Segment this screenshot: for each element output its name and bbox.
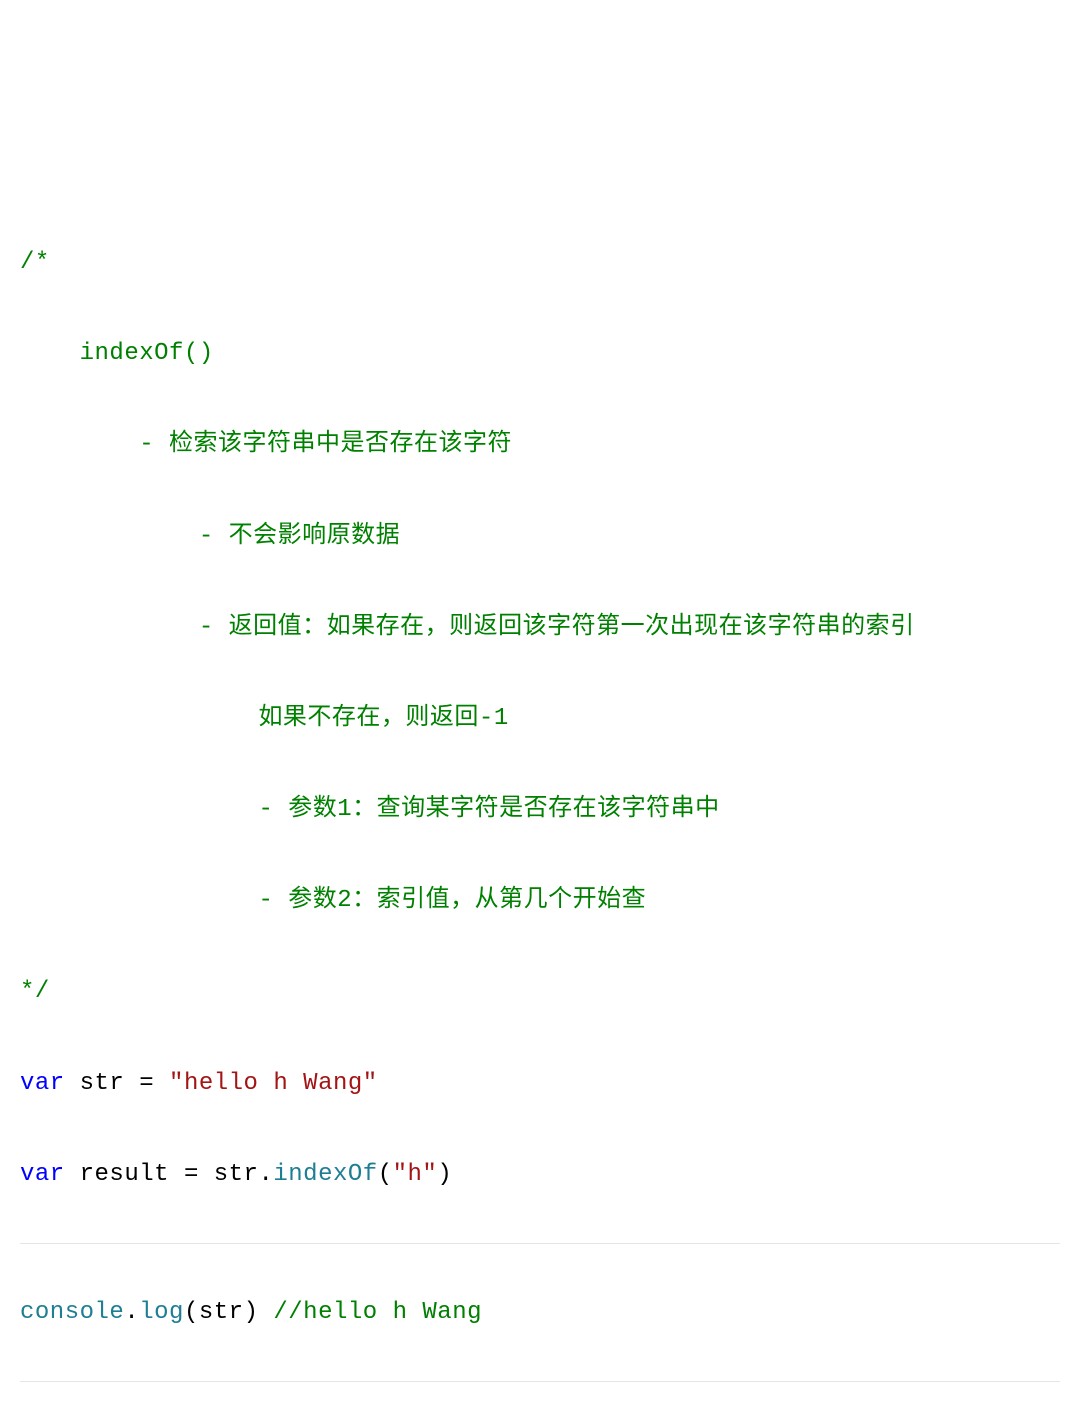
- code-line: 如果不存在，则返回-1: [20, 696, 1060, 742]
- string-literal: "h": [393, 1161, 438, 1188]
- identifier: str: [65, 1070, 140, 1097]
- comment-block-start: /*: [20, 249, 50, 276]
- divider: [20, 1243, 1060, 1244]
- code-line: */: [20, 969, 1060, 1015]
- dot: .: [124, 1299, 139, 1326]
- method-name: indexOf: [273, 1161, 377, 1188]
- code-line: - 返回值：如果存在，则返回该字符第一次出现在该字符串的索引: [20, 605, 1060, 651]
- object-name: console: [20, 1299, 124, 1326]
- code-editor[interactable]: /* indexOf() - 检索该字符串中是否存在该字符 - 不会影响原数据 …: [20, 194, 1060, 1408]
- comment-text: - 不会影响原数据: [109, 523, 400, 550]
- code-line: console.log(str) //hello h Wang: [20, 1290, 1060, 1336]
- code-line: var str = "hello h Wang": [20, 1061, 1060, 1107]
- comment-text: - 参数2：索引值，从第几个开始查: [139, 887, 646, 914]
- comment-text: indexOf(): [50, 340, 214, 367]
- comment-text: - 返回值：如果存在，则返回该字符第一次出现在该字符串的索引: [109, 614, 914, 641]
- inline-comment: //hello h Wang: [273, 1299, 482, 1326]
- comment-text: - 检索该字符串中是否存在该字符: [80, 431, 512, 458]
- comment-text: - 参数1：查询某字符是否存在该字符串中: [139, 796, 719, 823]
- keyword-var: var: [20, 1070, 65, 1097]
- paren: (: [378, 1161, 393, 1188]
- comment-text: 如果不存在，则返回-1: [139, 705, 509, 732]
- string-literal: "hello h Wang": [169, 1070, 378, 1097]
- paren: ): [437, 1161, 452, 1188]
- code-line: /*: [20, 240, 1060, 286]
- code-line: - 参数2：索引值，从第几个开始查: [20, 878, 1060, 924]
- method-name: log: [139, 1299, 184, 1326]
- comment-block-end: */: [20, 978, 50, 1005]
- paren: (str): [184, 1299, 273, 1326]
- operator: =: [139, 1070, 169, 1097]
- code-line: - 参数1：查询某字符是否存在该字符串中: [20, 787, 1060, 833]
- identifier: result: [65, 1161, 184, 1188]
- divider: [20, 1381, 1060, 1382]
- code-line: var result = str.indexOf("h"): [20, 1152, 1060, 1198]
- operator: = str.: [184, 1161, 273, 1188]
- code-line: indexOf(): [20, 331, 1060, 377]
- code-line: - 检索该字符串中是否存在该字符: [20, 422, 1060, 468]
- keyword-var: var: [20, 1161, 65, 1188]
- code-line: - 不会影响原数据: [20, 514, 1060, 560]
